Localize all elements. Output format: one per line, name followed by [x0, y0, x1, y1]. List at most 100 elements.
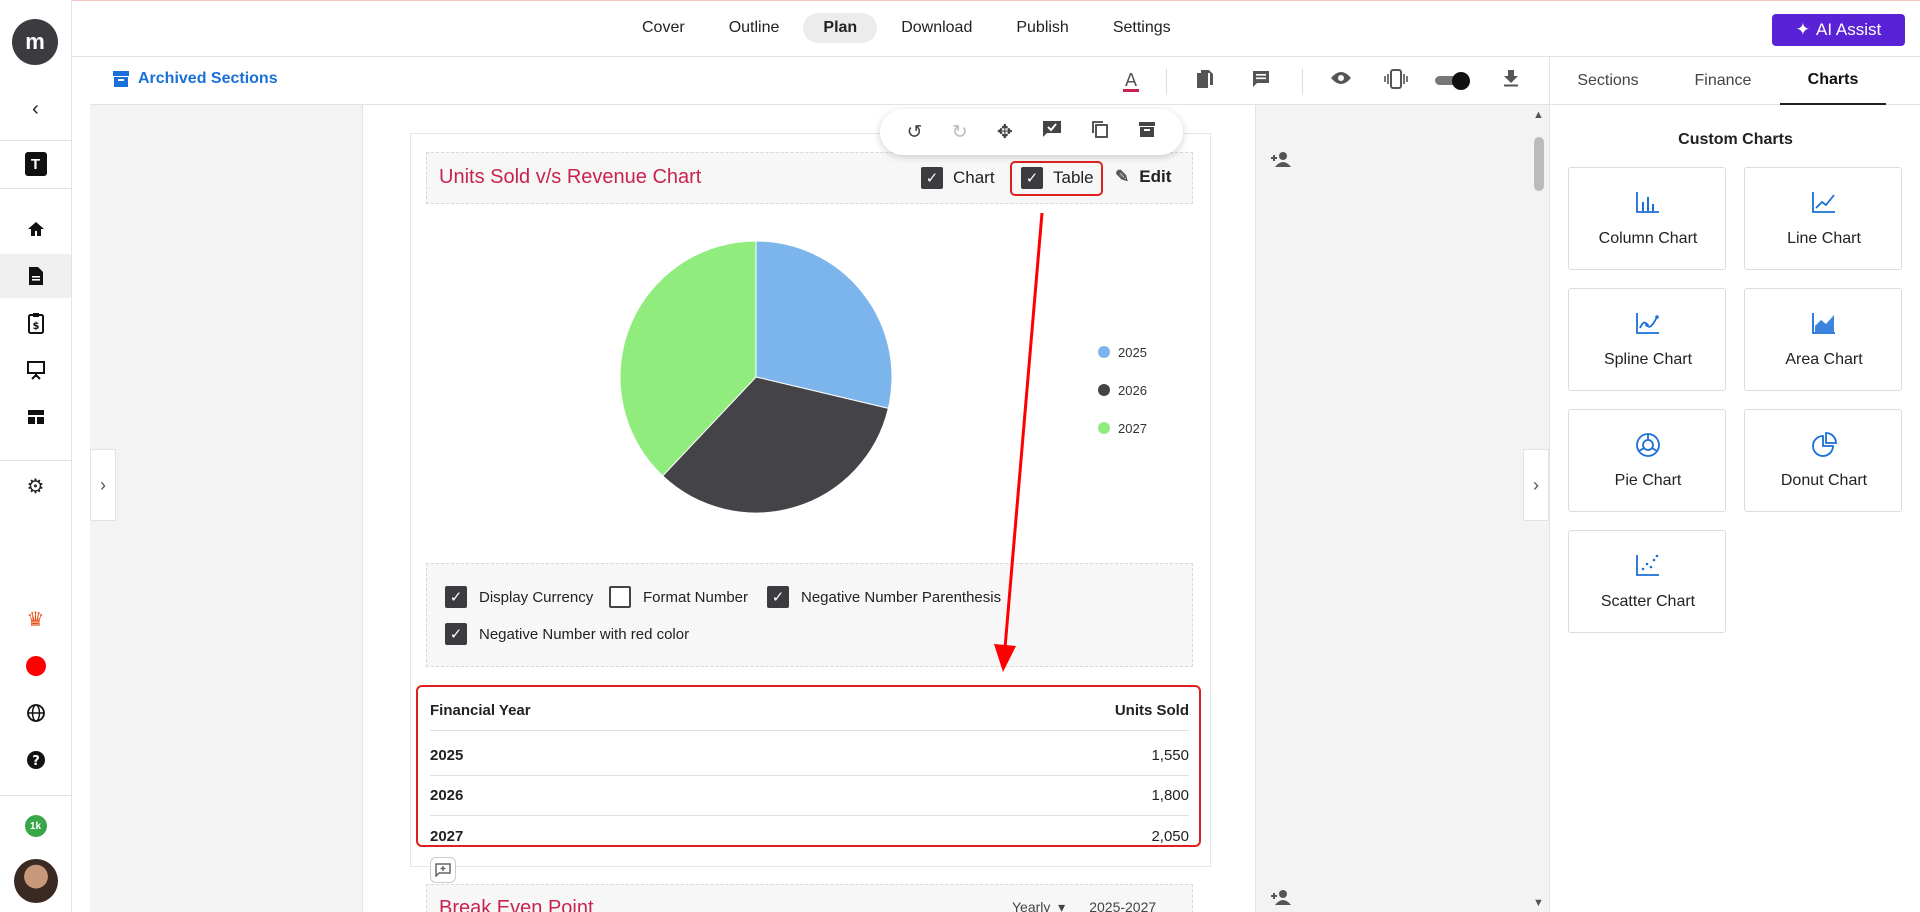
legend-label: 2025	[1118, 344, 1147, 360]
column-header-year: Financial Year	[430, 702, 531, 719]
tab-settings[interactable]: Settings	[1093, 13, 1191, 43]
chart-toggle[interactable]: ✓ Chart	[921, 167, 995, 189]
option-format-number[interactable]: Format Number	[609, 586, 748, 608]
tab-outline[interactable]: Outline	[709, 13, 800, 43]
home-icon[interactable]	[0, 207, 71, 251]
tab-download[interactable]: Download	[881, 13, 992, 43]
scroll-up-icon[interactable]: ▲	[1533, 109, 1544, 121]
sparkle-icon: ✦	[1795, 20, 1811, 39]
scatter-chart-tile[interactable]: Scatter Chart	[1568, 530, 1726, 633]
format-number-checkbox[interactable]	[609, 586, 631, 608]
ai-assist-label: AI Assist	[1816, 20, 1882, 39]
next-section-title[interactable]: Break Even Point	[439, 897, 594, 912]
pages-icon[interactable]	[1196, 69, 1214, 95]
workspace-switch[interactable]: T	[0, 142, 71, 186]
archived-sections-link[interactable]: Archived Sections	[112, 70, 278, 88]
toolbar-divider	[1302, 69, 1303, 95]
chart-type-label: Line Chart	[1787, 230, 1861, 247]
page-scrollbar[interactable]: ▲ ▼	[1529, 105, 1549, 912]
row-year: 2026	[430, 787, 464, 804]
view-toggle[interactable]	[1435, 72, 1471, 90]
legend-label: 2026	[1118, 382, 1147, 398]
rail-divider	[0, 140, 71, 141]
legend-item-2025[interactable]: 2025	[1098, 333, 1147, 371]
range-value[interactable]: 2025-2027	[1089, 899, 1156, 912]
crown-icon[interactable]: ♛	[0, 597, 71, 641]
help-icon[interactable]: ?	[0, 738, 71, 782]
chart-checkbox[interactable]: ✓	[921, 167, 943, 189]
ai-assist-button[interactable]: ✦ AI Assist	[1772, 14, 1905, 46]
approve-comment-icon[interactable]	[1042, 120, 1062, 144]
scroll-thumb[interactable]	[1534, 137, 1544, 191]
chart-section-title[interactable]: Units Sold v/s Revenue Chart	[439, 166, 701, 189]
presentation-icon[interactable]	[0, 348, 71, 392]
collapse-rail-icon[interactable]: ‹	[0, 87, 71, 131]
svg-text:A: A	[1125, 70, 1138, 91]
option-display-currency[interactable]: ✓ Display Currency	[445, 586, 593, 608]
text-color-icon[interactable]: A	[1120, 69, 1142, 99]
row-year: 2025	[430, 747, 464, 764]
tab-sections[interactable]: Sections	[1550, 57, 1666, 105]
option-negative-red[interactable]: ✓ Negative Number with red color	[445, 623, 689, 645]
chart-type-label: Column Chart	[1598, 230, 1698, 247]
settings-gear-icon[interactable]: ⚙	[0, 464, 71, 508]
document-icon[interactable]	[0, 254, 71, 298]
table-row: 2027 2,050	[430, 816, 1189, 856]
rail-divider	[0, 795, 71, 796]
row-value: 1,550	[1151, 747, 1189, 764]
donut-chart-tile[interactable]: Donut Chart	[1744, 409, 1902, 512]
tab-cover[interactable]: Cover	[622, 13, 705, 43]
period-value: Yearly	[1012, 899, 1051, 912]
comment-icon[interactable]	[1251, 69, 1271, 95]
add-collaborator-icon[interactable]	[1270, 889, 1292, 910]
download-icon[interactable]	[1503, 69, 1519, 93]
expand-left-panel-icon[interactable]: ›	[90, 449, 116, 521]
preview-eye-icon[interactable]	[1330, 69, 1352, 92]
column-chart-tile[interactable]: Column Chart	[1568, 167, 1726, 270]
tab-charts[interactable]: Charts	[1780, 57, 1886, 105]
undo-icon[interactable]: ↺	[907, 121, 923, 144]
area-chart-tile[interactable]: Area Chart	[1744, 288, 1902, 391]
right-panel: Sections Finance Charts Custom Charts Co…	[1549, 57, 1920, 912]
duplicate-icon[interactable]	[1091, 120, 1109, 144]
line-chart-tile[interactable]: Line Chart	[1744, 167, 1902, 270]
redo-icon[interactable]: ↻	[952, 121, 968, 144]
move-icon[interactable]: ✥	[997, 121, 1013, 144]
record-status-icon[interactable]	[0, 644, 71, 688]
donut-chart-icon	[1745, 432, 1903, 465]
legend-label: 2027	[1118, 420, 1147, 436]
brand-logo-icon[interactable]: m	[12, 19, 58, 65]
chart-type-label: Scatter Chart	[1600, 593, 1696, 610]
scroll-down-icon[interactable]: ▼	[1533, 897, 1544, 909]
pie-chart-tile[interactable]: Pie Chart	[1568, 409, 1726, 512]
next-section-controls: Yearly ▾ 2025-2027	[1012, 899, 1156, 912]
row-year: 2027	[430, 827, 464, 845]
section-floating-toolbar: ↺ ↻ ✥	[880, 109, 1183, 155]
finance-clipboard-icon[interactable]: $	[0, 301, 71, 345]
credits-badge[interactable]: 1k	[0, 804, 71, 848]
user-avatar[interactable]	[0, 858, 71, 904]
editor-toolbar: Archived Sections A	[90, 57, 1549, 105]
spline-chart-tile[interactable]: Spline Chart	[1568, 288, 1726, 391]
chart-legend: 2025 2026 2027	[1098, 333, 1147, 447]
device-preview-icon[interactable]	[1384, 69, 1408, 95]
tab-finance[interactable]: Finance	[1666, 57, 1780, 105]
tab-plan[interactable]: Plan	[803, 13, 878, 43]
dashboard-icon[interactable]	[0, 395, 71, 439]
legend-item-2027[interactable]: 2027	[1098, 409, 1147, 447]
negative-parenthesis-checkbox[interactable]: ✓	[767, 586, 789, 608]
option-negative-parenthesis[interactable]: ✓ Negative Number Parenthesis	[767, 586, 1001, 608]
line-chart-icon	[1745, 190, 1903, 221]
edit-button[interactable]: ✎ Edit	[1115, 167, 1171, 187]
negative-red-checkbox[interactable]: ✓	[445, 623, 467, 645]
period-select[interactable]: Yearly ▾	[1012, 899, 1065, 912]
tab-publish[interactable]: Publish	[996, 13, 1088, 43]
display-currency-checkbox[interactable]: ✓	[445, 586, 467, 608]
archive-icon[interactable]	[1138, 120, 1156, 144]
add-collaborator-icon[interactable]	[1270, 151, 1292, 172]
legend-item-2026[interactable]: 2026	[1098, 371, 1147, 409]
add-comment-icon[interactable]	[430, 857, 456, 883]
pie-chart-icon	[1569, 432, 1727, 465]
area-chart-icon	[1745, 311, 1903, 342]
globe-icon[interactable]	[0, 691, 71, 735]
